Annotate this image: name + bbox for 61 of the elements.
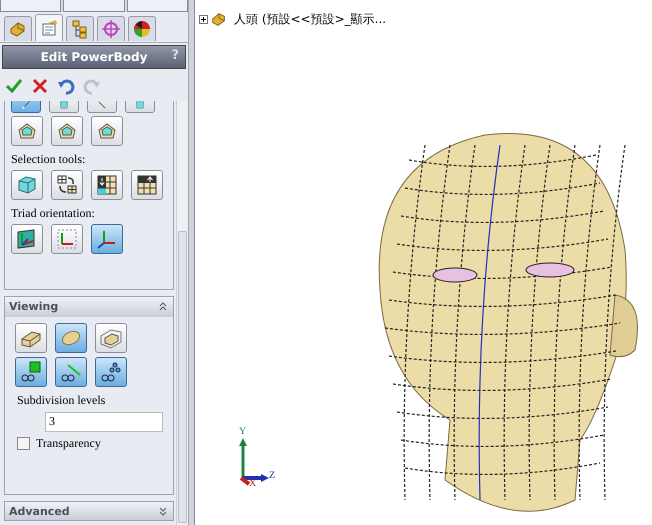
scrollbar[interactable] (176, 101, 188, 525)
color-ball-icon (132, 19, 152, 39)
redo-icon (83, 77, 101, 95)
checkbox[interactable] (17, 436, 30, 450)
glasses-square-icon (20, 360, 42, 383)
section-title: Advanced (9, 504, 70, 518)
collapse-icon[interactable] (159, 301, 167, 312)
close-icon (31, 77, 49, 95)
checkbox-label: Transparency (36, 436, 101, 451)
face-icon (135, 101, 145, 110)
panel-tab[interactable] (128, 16, 156, 41)
grid-up-icon (136, 174, 158, 196)
action-button[interactable] (30, 76, 50, 96)
document-tab[interactable] (0, 0, 62, 12)
section-title: Viewing (9, 300, 58, 314)
tool-button[interactable] (95, 356, 127, 387)
part-icon (210, 10, 228, 28)
subdivision-input[interactable]: 3 (45, 412, 163, 432)
advanced-header[interactable]: Advanced (4, 501, 174, 521)
line-icon (97, 101, 107, 110)
section-label: Triad orientation: (11, 206, 96, 221)
edge-icon (21, 101, 31, 110)
tool-button[interactable] (11, 116, 43, 146)
tool-button[interactable] (131, 170, 163, 200)
grid-swap-icon (56, 174, 78, 196)
tool-button[interactable] (55, 356, 87, 387)
tool-button[interactable] (11, 224, 43, 254)
cube-icon (16, 174, 38, 196)
checkmark-icon (5, 77, 23, 95)
section-label: Selection tools: (11, 152, 86, 167)
tool-button[interactable] (11, 170, 43, 200)
tool-button[interactable] (91, 170, 123, 200)
panel-title: Edit PowerBody (40, 50, 148, 64)
tree-item[interactable]: 人頭 (預設<<預設>_顯示... (234, 10, 386, 28)
tool-button[interactable] (95, 322, 127, 353)
panel-tab[interactable] (35, 14, 63, 41)
field-label: Subdivision levels (17, 392, 106, 408)
face-icon (59, 101, 69, 110)
grid-down-icon (96, 174, 118, 196)
tool-button[interactable] (91, 116, 123, 146)
splitter-handle[interactable] (189, 0, 195, 525)
expand-icon[interactable] (199, 14, 208, 24)
axis-label: X (249, 478, 256, 489)
crosshair-icon (101, 19, 121, 39)
tool-button[interactable] (15, 356, 47, 387)
tool-button[interactable] (15, 322, 47, 353)
tool-button[interactable] (51, 170, 83, 200)
panel-tab[interactable] (66, 16, 94, 41)
action-button[interactable] (4, 76, 24, 96)
expand-icon[interactable] (159, 506, 167, 517)
glasses-dots-icon (100, 360, 122, 383)
axis-label: Y (239, 426, 246, 437)
tool-button[interactable] (51, 224, 83, 254)
box-in-cage-icon (100, 326, 122, 349)
undo-icon (57, 77, 75, 95)
tool-button[interactable] (51, 116, 83, 146)
triad-icon (96, 228, 118, 250)
axis-triad-drawing (239, 438, 269, 486)
triad-box-icon (56, 228, 78, 250)
axis-label: Z (269, 470, 276, 481)
scrollbar-thumb[interactable] (178, 231, 187, 523)
